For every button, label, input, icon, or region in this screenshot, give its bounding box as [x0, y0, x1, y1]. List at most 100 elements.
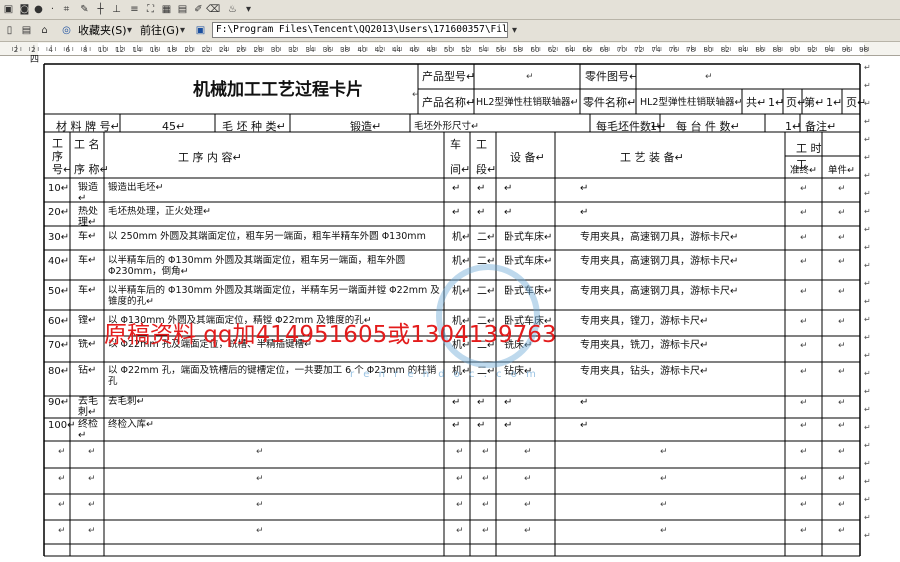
bold-icon[interactable]: ◙	[18, 3, 31, 16]
row-section[interactable]: 二↵	[477, 231, 495, 244]
blank-type-value[interactable]: 锻造↵	[350, 120, 381, 133]
row-unit-time[interactable]: ↵	[838, 398, 846, 408]
row-unit-time[interactable]: ↵	[838, 287, 846, 297]
row-prep-time[interactable]: ↵	[800, 287, 808, 297]
chart-icon[interactable]: ▤	[176, 3, 189, 16]
row-content[interactable]: 以半精车后的 Φ130mm 外圆及其端面定位，粗车另一端面，粗车外圆 Φ230m…	[108, 255, 442, 277]
empty-cell[interactable]: ↵	[482, 447, 490, 457]
draw-icon[interactable]: ✐	[192, 3, 205, 16]
row-equipment[interactable]: ↵	[504, 419, 512, 432]
go-menu[interactable]: 前往(G)	[140, 24, 179, 38]
empty-cell[interactable]: ↵	[838, 474, 846, 484]
row-section[interactable]: ↵	[477, 206, 485, 219]
empty-cell[interactable]: ↵	[456, 500, 464, 510]
row-unit-time[interactable]: ↵	[838, 184, 846, 194]
page-icon[interactable]: ▯	[3, 24, 16, 37]
empty-cell[interactable]: ↵	[660, 447, 668, 457]
row-tooling[interactable]: 专用夹具，高速钢刀具，游标卡尺↵	[580, 231, 780, 244]
row-workshop[interactable]: ↵	[452, 206, 460, 219]
row-prep-time[interactable]: ↵	[800, 233, 808, 243]
empty-cell[interactable]: ↵	[660, 500, 668, 510]
row-tooling[interactable]: 专用夹具，铣刀，游标卡尺↵	[580, 339, 780, 352]
per-blank-value[interactable]: 1↵	[650, 120, 666, 133]
empty-cell[interactable]: ↵	[88, 447, 96, 457]
empty-cell[interactable]: ↵	[482, 526, 490, 536]
fit-icon[interactable]: ⛶	[144, 3, 157, 16]
row-content[interactable]: 以半精车后的 Φ130mm 外圆及其端面定位，半精车另一端面并镗 Φ22mm 及…	[108, 285, 442, 307]
empty-cell[interactable]: ↵	[58, 526, 66, 536]
row-prep-time[interactable]: ↵	[800, 341, 808, 351]
empty-cell[interactable]: ↵	[524, 500, 532, 510]
row-unit-time[interactable]: ↵	[838, 341, 846, 351]
row-tooling[interactable]: ↵	[580, 396, 780, 409]
lines-icon[interactable]: ≡	[128, 3, 141, 16]
row-workshop[interactable]: ↵	[452, 419, 460, 432]
row-tooling[interactable]: 专用夹具，镗刀，游标卡尺↵	[580, 315, 780, 328]
split-icon[interactable]: ┼	[94, 3, 107, 16]
pen-icon[interactable]: ✎	[78, 3, 91, 16]
search-icon[interactable]: ◎	[60, 24, 73, 37]
empty-cell[interactable]: ↵	[456, 474, 464, 484]
row-prep-time[interactable]: ↵	[800, 257, 808, 267]
empty-cell[interactable]: ↵	[838, 447, 846, 457]
row-content[interactable]: 以 250mm 外圆及其端面定位，粗车另一端面，粗车半精车外圆 Φ130mm	[108, 231, 442, 242]
row-workshop[interactable]: ↵	[452, 182, 460, 195]
row-section[interactable]: ↵	[477, 419, 485, 432]
product-name-value[interactable]: HL2型弹性柱销联轴器↵	[476, 96, 578, 109]
empty-cell[interactable]: ↵	[256, 526, 264, 536]
empty-cell[interactable]: ↵	[88, 500, 96, 510]
row-workshop[interactable]: 机↵	[452, 231, 470, 244]
row-prep-time[interactable]: ↵	[800, 317, 808, 327]
empty-cell[interactable]: ↵	[660, 474, 668, 484]
part-no-value[interactable]: ↵	[705, 72, 713, 82]
empty-cell[interactable]: ↵	[58, 447, 66, 457]
address-dropdown-icon[interactable]: ▾	[508, 24, 521, 37]
row-content[interactable]: 去毛刺↵	[108, 396, 442, 407]
empty-cell[interactable]: ↵	[800, 526, 808, 536]
empty-cell[interactable]: ↵	[256, 447, 264, 457]
row-equipment[interactable]: 卧式车床↵	[504, 231, 552, 244]
row-unit-time[interactable]: ↵	[838, 317, 846, 327]
doc-icon[interactable]: ▤	[20, 24, 33, 37]
address-field[interactable]: F:\Program Files\Tencent\QQ2013\Users\17…	[212, 22, 508, 38]
empty-cell[interactable]: ↵	[88, 474, 96, 484]
home-icon[interactable]: ⌂	[38, 24, 51, 37]
row-tooling[interactable]: ↵	[580, 206, 780, 219]
circle-icon[interactable]: ●	[32, 3, 45, 16]
horizontal-ruler[interactable]: 2 2 4 6 8 10 12 14 16 18 20 22 24 26 28 30 32 34 36 38 40 42 4…	[0, 42, 900, 56]
product-model-value[interactable]: ↵	[526, 72, 534, 82]
row-prep-time[interactable]: ↵	[800, 208, 808, 218]
row-unit-time[interactable]: ↵	[838, 421, 846, 431]
empty-cell[interactable]: ↵	[456, 447, 464, 457]
empty-cell[interactable]: ↵	[800, 474, 808, 484]
row-prep-time[interactable]: ↵	[800, 367, 808, 377]
row-content[interactable]: 毛坯热处理，正火处理↵	[108, 206, 442, 217]
row-tooling[interactable]: 专用夹具，高速钢刀具，游标卡尺↵	[580, 255, 780, 268]
row-tooling[interactable]: 专用夹具，钻头，游标卡尺↵	[580, 365, 780, 378]
chevron-down-icon[interactable]: ▾	[176, 24, 189, 37]
empty-cell[interactable]: ↵	[256, 500, 264, 510]
row-unit-time[interactable]: ↵	[838, 233, 846, 243]
row-equipment[interactable]: 卧式车床↵	[504, 255, 552, 268]
material-value[interactable]: 45↵	[162, 120, 185, 133]
row-tooling[interactable]: ↵	[580, 182, 780, 195]
empty-cell[interactable]: ↵	[482, 474, 490, 484]
row-unit-time[interactable]: ↵	[838, 367, 846, 377]
row-section[interactable]: ↵	[477, 396, 485, 409]
table-icon[interactable]: ▦	[160, 3, 173, 16]
row-equipment[interactable]: ↵	[504, 206, 512, 219]
empty-cell[interactable]: ↵	[838, 526, 846, 536]
row-section[interactable]: ↵	[477, 182, 485, 195]
empty-cell[interactable]: ↵	[524, 526, 532, 536]
favorites-menu[interactable]: 收藏夹(S)	[78, 24, 127, 38]
chevron-down-icon[interactable]: ▾	[123, 24, 136, 37]
row-content[interactable]: 终检入库↵	[108, 419, 442, 430]
empty-cell[interactable]: ↵	[88, 526, 96, 536]
row-workshop[interactable]: ↵	[452, 396, 460, 409]
empty-cell[interactable]: ↵	[456, 526, 464, 536]
empty-cell[interactable]: ↵	[58, 474, 66, 484]
row-prep-time[interactable]: ↵	[800, 421, 808, 431]
row-tooling[interactable]: 专用夹具，高速钢刀具，游标卡尺↵	[580, 285, 780, 298]
empty-cell[interactable]: ↵	[58, 500, 66, 510]
row-equipment[interactable]: ↵	[504, 396, 512, 409]
